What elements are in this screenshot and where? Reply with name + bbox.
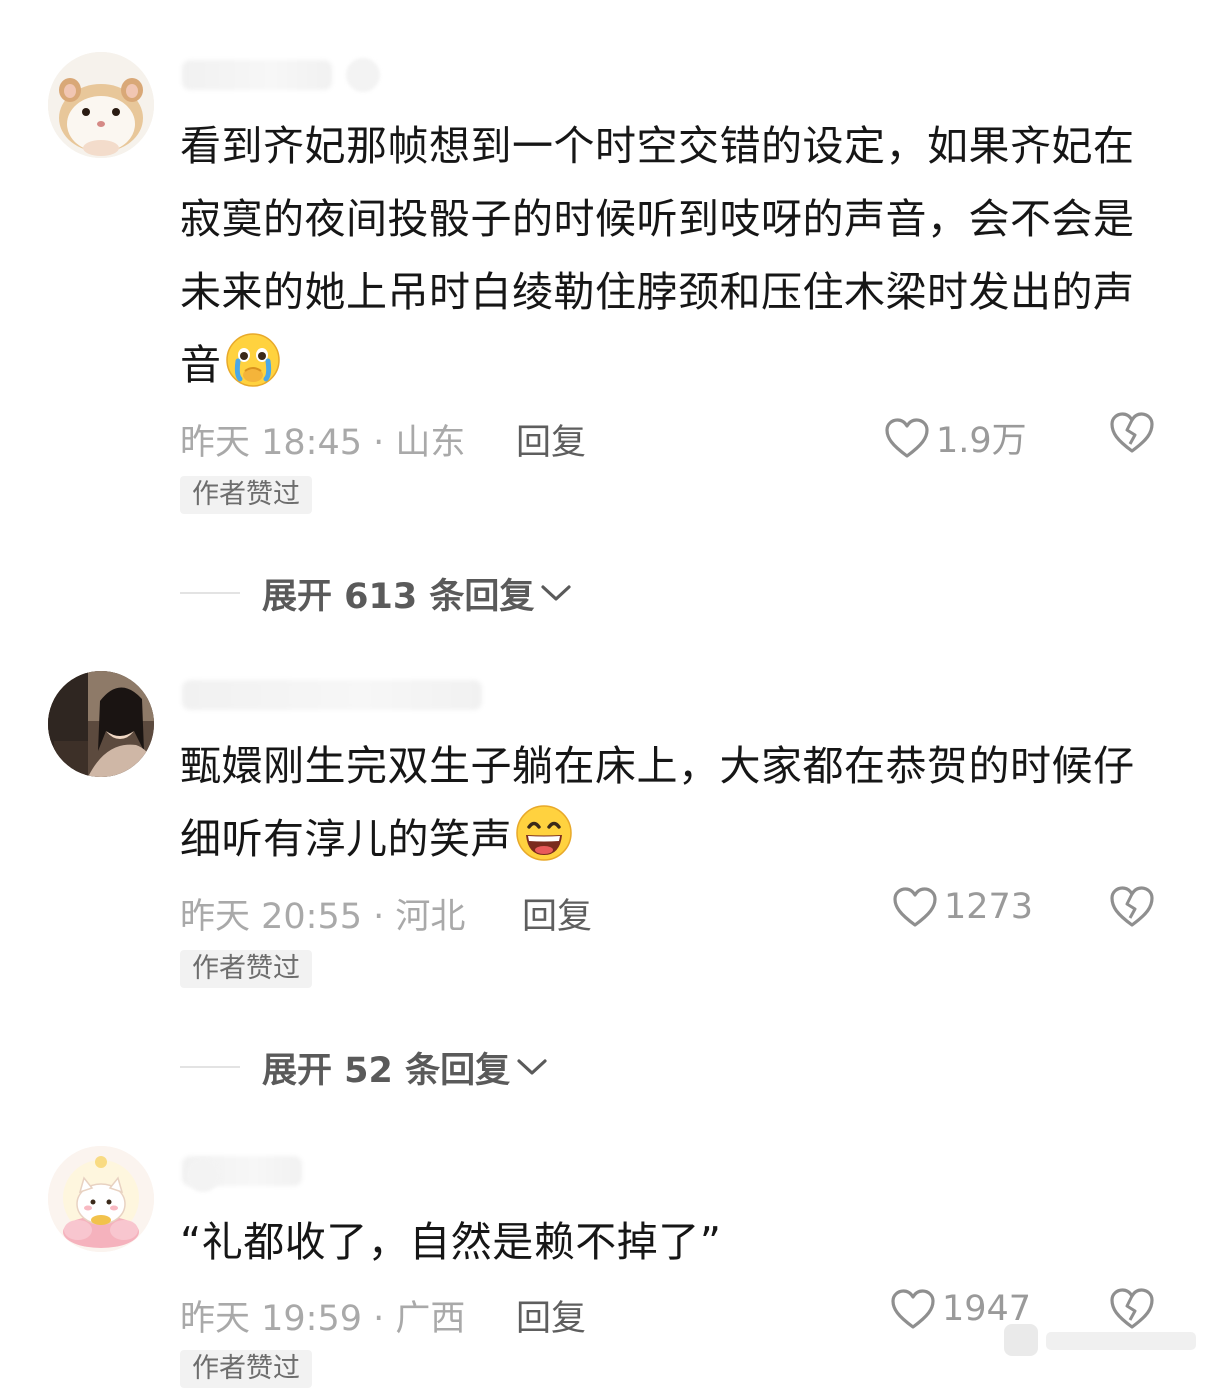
- comment-time-location: 昨天 18:45 · 山东: [180, 423, 466, 463]
- comment-text: 甄嬛刚生完双生子躺在床上，大家都在恭贺的时候仔细听有淳儿的笑声: [180, 730, 1170, 886]
- reply-button[interactable]: 回复: [516, 1290, 586, 1341]
- expand-replies-button[interactable]: 展开 613 条回复: [180, 568, 572, 618]
- broken-heart-icon: [1110, 886, 1154, 927]
- like-button[interactable]: 1.9万: [884, 412, 1027, 463]
- hamster-avatar-image: [48, 52, 154, 158]
- user-badge-icon: [346, 58, 380, 92]
- divider-line: [180, 1066, 240, 1068]
- heart-icon: [891, 1289, 935, 1329]
- comment-meta: 昨天 20:55 · 河北 回复 1273: [180, 886, 1170, 939]
- like-button[interactable]: 1273: [892, 886, 1033, 928]
- author-liked-badge: 作者赞过: [180, 476, 312, 514]
- avatar[interactable]: [48, 52, 154, 158]
- heart-icon: [893, 887, 937, 927]
- expand-replies-label: 展开 613 条回复: [262, 576, 535, 617]
- grinning-face-icon: [514, 803, 574, 886]
- broken-heart-icon: [1110, 412, 1154, 453]
- reply-button[interactable]: 回复: [522, 888, 592, 939]
- like-count: 1273: [944, 887, 1034, 927]
- heart-icon: [885, 417, 929, 458]
- avatar[interactable]: [48, 671, 154, 777]
- username-blurred[interactable]: [182, 60, 332, 90]
- cat-avatar-image: [48, 1146, 154, 1252]
- comment-text: “礼都收了，自然是赖不掉了”: [180, 1218, 722, 1266]
- expand-replies-label: 展开 52 条回复: [262, 1050, 511, 1091]
- crying-face-icon: [224, 331, 282, 412]
- chevron-down-icon: [517, 1059, 547, 1075]
- dislike-button[interactable]: [1108, 884, 1156, 937]
- avatar[interactable]: [48, 1146, 154, 1252]
- expand-replies-button[interactable]: 展开 52 条回复: [180, 1042, 548, 1092]
- watermark-logo: [1000, 1318, 1200, 1362]
- watermark-icon: [1004, 1324, 1196, 1356]
- username-blurred[interactable]: [182, 680, 482, 710]
- comment-time-location: 昨天 19:59 · 广西: [180, 1299, 466, 1339]
- divider-line: [180, 592, 240, 594]
- like-count: 1.9万: [936, 421, 1027, 461]
- chevron-down-icon: [541, 585, 572, 601]
- user-badge-icon: [186, 1158, 220, 1192]
- reply-button[interactable]: 回复: [516, 414, 586, 465]
- portrait-avatar-image: [48, 671, 154, 777]
- comment-time-location: 昨天 20:55 · 河北: [180, 897, 466, 937]
- dislike-button[interactable]: [1108, 410, 1156, 463]
- author-liked-badge: 作者赞过: [180, 1350, 312, 1388]
- author-liked-badge: 作者赞过: [180, 950, 312, 988]
- comment-meta: 昨天 18:45 · 山东 回复 1.9万: [180, 412, 1170, 465]
- comment-text: 看到齐妃那帧想到一个时空交错的设定，如果齐妃在寂寞的夜间投骰子的时候听到吱呀的声…: [180, 110, 1170, 412]
